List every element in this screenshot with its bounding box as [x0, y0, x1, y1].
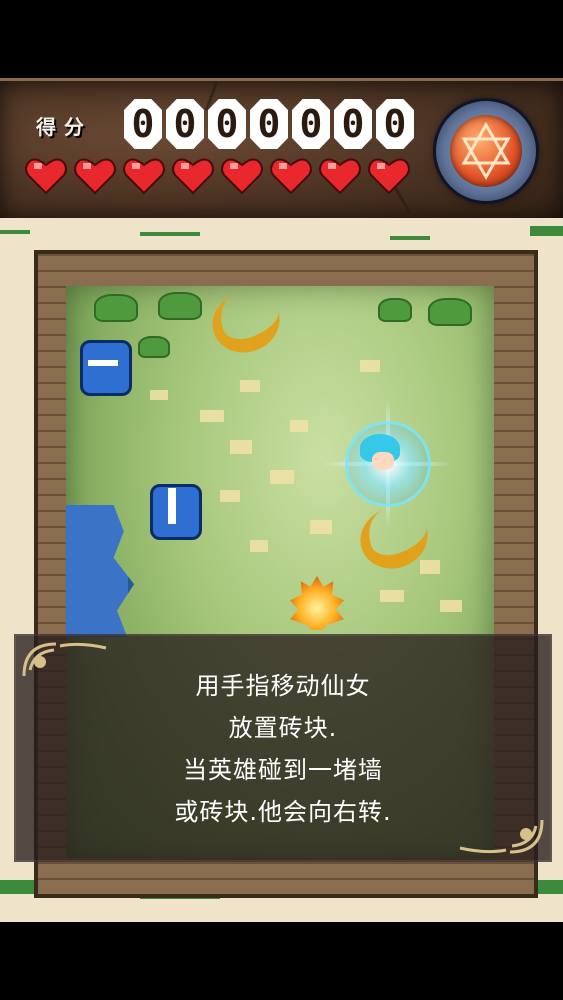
heart-icon — [269, 155, 313, 195]
hud-panel: 得分 0 0 0 0 0 0 0 — [0, 78, 563, 225]
score-digit: 0 — [208, 99, 246, 149]
score-digit: 0 — [124, 99, 162, 149]
floor-tile — [310, 520, 332, 534]
score-digit: 0 — [334, 99, 372, 149]
floor-tile — [250, 540, 268, 552]
fairy-face — [372, 452, 394, 470]
top-letterbox — [0, 0, 563, 78]
bush — [380, 300, 410, 320]
floor-tile — [360, 360, 380, 372]
floor-tile — [220, 490, 240, 502]
floor-tile — [150, 390, 168, 400]
life-hearts — [24, 155, 411, 195]
tutorial-line-2: 放置砖块. — [228, 714, 338, 742]
heart-icon — [73, 155, 117, 195]
hexagram-icon — [450, 115, 522, 187]
floor-tile — [380, 590, 404, 602]
score-digit: 0 — [250, 99, 288, 149]
tutorial-panel[interactable]: 用手指移动仙女 放置砖块. 当英雄碰到一堵墙 或砖块.他会向右转. — [14, 634, 552, 862]
tutorial-line-4: 或砖块.他会向右转. — [174, 798, 392, 826]
score-digit: 0 — [166, 99, 204, 149]
score-counter: 0 0 0 0 0 0 0 — [124, 99, 414, 149]
vine-decoration — [0, 230, 30, 234]
floor-tile — [230, 440, 252, 454]
floor-tile — [290, 420, 308, 432]
bottom-letterbox — [0, 922, 563, 1000]
floor-tile — [240, 380, 260, 392]
heart-icon — [171, 155, 215, 195]
score-digit: 0 — [376, 99, 414, 149]
floor-tile — [440, 600, 462, 612]
heart-icon — [318, 155, 362, 195]
vine-decoration — [390, 236, 430, 240]
tutorial-line-1: 用手指移动仙女 — [195, 672, 371, 700]
blue-knight-hero — [150, 484, 202, 540]
menu-emblem-button[interactable] — [436, 101, 536, 201]
bush — [140, 338, 168, 356]
heart-icon — [367, 155, 411, 195]
floor-tile — [270, 470, 294, 484]
bush — [430, 300, 470, 324]
score-digit: 0 — [292, 99, 330, 149]
heart-icon — [24, 155, 68, 195]
vine-decoration — [530, 226, 563, 236]
score-label: 得分 — [36, 115, 92, 139]
floor-tile — [200, 410, 224, 422]
floor-tile — [420, 560, 440, 574]
heart-icon — [122, 155, 166, 195]
heart-icon — [220, 155, 264, 195]
bush — [160, 294, 200, 318]
blue-knight-enemy — [80, 340, 132, 396]
tutorial-line-3: 当英雄碰到一堵墙 — [183, 756, 383, 784]
vine-decoration — [140, 232, 200, 236]
bush — [96, 296, 136, 320]
